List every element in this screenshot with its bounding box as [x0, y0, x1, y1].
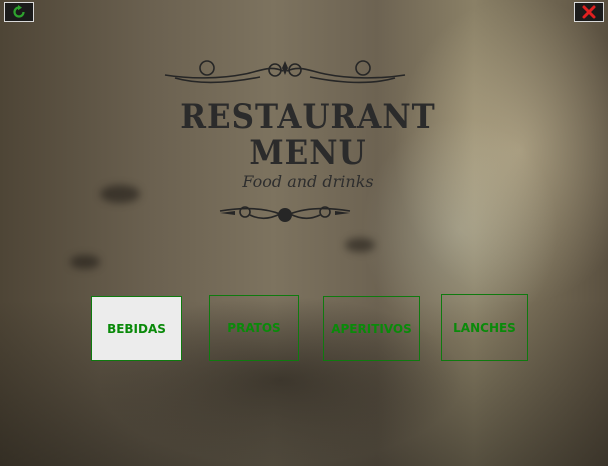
background-blur-shape	[345, 238, 375, 252]
close-icon	[582, 5, 596, 19]
logo-subtitle: Food and drinks	[242, 172, 374, 191]
pratos-label: PRATOS	[227, 321, 281, 335]
bebidas-button[interactable]: BEBIDAS	[91, 296, 182, 361]
bebidas-label: BEBIDAS	[107, 321, 166, 336]
aperitivos-label: APERITIVOS	[331, 321, 412, 336]
logo-title-line2: MENU	[249, 133, 367, 173]
pratos-button[interactable]: PRATOS	[209, 295, 299, 361]
logo-title-line1: RESTAURANT	[180, 97, 436, 137]
close-button[interactable]	[574, 2, 604, 22]
aperitivos-button[interactable]: APERITIVOS	[323, 296, 420, 361]
background-blur-shape	[70, 255, 100, 269]
background-blur-shape	[100, 185, 140, 203]
lanches-button[interactable]: LANCHES	[441, 294, 528, 361]
lanches-label: LANCHES	[453, 320, 516, 335]
refresh-icon	[13, 5, 25, 18]
refresh-button[interactable]	[4, 2, 34, 22]
